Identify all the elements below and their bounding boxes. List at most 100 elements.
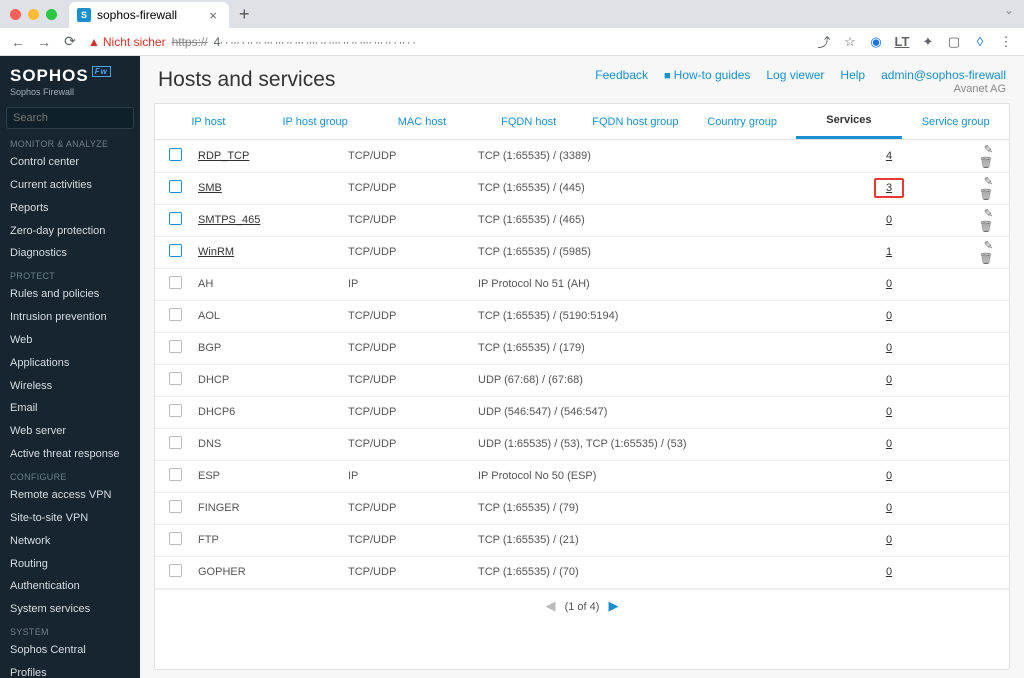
service-name[interactable]: DHCP6: [198, 406, 235, 418]
sidebar-item[interactable]: Intrusion prevention: [0, 306, 140, 329]
row-checkbox[interactable]: [169, 564, 182, 577]
sidebar-item[interactable]: Reports: [0, 197, 140, 220]
back-icon[interactable]: ←: [10, 34, 26, 50]
usage-count[interactable]: 1: [882, 246, 896, 258]
row-checkbox[interactable]: [169, 404, 182, 417]
edit-icon[interactable]: ✎: [984, 208, 993, 220]
sidebar-item[interactable]: Authentication: [0, 575, 140, 598]
sidebar-item[interactable]: System services: [0, 598, 140, 621]
sidebar-item[interactable]: Routing: [0, 553, 140, 576]
sidebar-item[interactable]: Profiles: [0, 662, 140, 678]
delete-icon[interactable]: 🗑: [979, 253, 993, 265]
usage-count[interactable]: 3: [874, 178, 904, 198]
service-name[interactable]: AH: [198, 278, 213, 290]
extension-1-icon[interactable]: ◉: [868, 34, 884, 50]
service-name[interactable]: FINGER: [198, 502, 240, 514]
delete-icon[interactable]: 🗑: [979, 221, 993, 233]
browser-tab[interactable]: S sophos-firewall ×: [69, 2, 229, 28]
service-name[interactable]: FTP: [198, 534, 219, 546]
bookmark-icon[interactable]: ☆: [842, 34, 858, 50]
row-checkbox[interactable]: [169, 276, 182, 289]
link-logviewer[interactable]: Log viewer: [766, 68, 824, 82]
usage-count[interactable]: 0: [882, 502, 896, 514]
forward-icon[interactable]: →: [36, 34, 52, 50]
link-feedback[interactable]: Feedback: [595, 68, 648, 82]
sidebar-item[interactable]: Wireless: [0, 375, 140, 398]
tab[interactable]: FQDN host group: [582, 104, 689, 139]
tab[interactable]: IP host group: [262, 104, 369, 139]
maximize-window-icon[interactable]: [46, 9, 57, 20]
row-checkbox[interactable]: [169, 532, 182, 545]
usage-count[interactable]: 0: [882, 438, 896, 450]
sidebar-item[interactable]: Web server: [0, 420, 140, 443]
menu-icon[interactable]: ⋮: [998, 34, 1014, 50]
service-name[interactable]: DNS: [198, 438, 221, 450]
service-name[interactable]: SMTPS_465: [198, 214, 260, 226]
sidebar-item[interactable]: Sophos Central: [0, 639, 140, 662]
sidebar-item[interactable]: Web: [0, 329, 140, 352]
row-checkbox[interactable]: [169, 340, 182, 353]
delete-icon[interactable]: 🗑: [979, 157, 993, 169]
new-tab-button[interactable]: +: [229, 4, 260, 25]
extensions-icon[interactable]: ✦: [920, 34, 936, 50]
row-checkbox[interactable]: [169, 500, 182, 513]
usage-count[interactable]: 0: [882, 342, 896, 354]
edit-icon[interactable]: ✎: [984, 240, 993, 252]
row-checkbox[interactable]: [169, 436, 182, 449]
service-name[interactable]: GOPHER: [198, 566, 246, 578]
tab[interactable]: IP host: [155, 104, 262, 139]
usage-count[interactable]: 0: [882, 310, 896, 322]
search-input[interactable]: [7, 108, 140, 128]
row-checkbox[interactable]: [169, 468, 182, 481]
service-name[interactable]: BGP: [198, 342, 221, 354]
sidebar-item[interactable]: Site-to-site VPN: [0, 507, 140, 530]
sidebar-item[interactable]: Remote access VPN: [0, 484, 140, 507]
shield-icon[interactable]: ◊: [972, 34, 988, 49]
usage-count[interactable]: 0: [882, 566, 896, 578]
usage-count[interactable]: 0: [882, 406, 896, 418]
row-checkbox[interactable]: [169, 244, 182, 257]
sidebar-item[interactable]: Diagnostics: [0, 242, 140, 265]
tab-close-icon[interactable]: ×: [209, 8, 217, 23]
row-checkbox[interactable]: [169, 180, 182, 193]
tab[interactable]: Service group: [902, 104, 1009, 139]
tab[interactable]: MAC host: [369, 104, 476, 139]
sidebar-item[interactable]: Active threat response: [0, 443, 140, 466]
tab[interactable]: Country group: [689, 104, 796, 139]
sidebar-search[interactable]: ⌕: [6, 107, 134, 129]
sidebar-item[interactable]: Network: [0, 530, 140, 553]
sidebar-item[interactable]: Current activities: [0, 174, 140, 197]
row-checkbox[interactable]: [169, 308, 182, 321]
edit-icon[interactable]: ✎: [984, 176, 993, 188]
usage-count[interactable]: 0: [882, 374, 896, 386]
sidebar-item[interactable]: Rules and policies: [0, 283, 140, 306]
close-window-icon[interactable]: [10, 9, 21, 20]
share-icon[interactable]: ⤴: [816, 32, 832, 51]
sidebar-item[interactable]: Zero-day protection: [0, 220, 140, 243]
sidebar-item[interactable]: Applications: [0, 352, 140, 375]
link-help[interactable]: Help: [840, 68, 865, 82]
extension-2-icon[interactable]: LT: [894, 34, 910, 49]
row-checkbox[interactable]: [169, 372, 182, 385]
usage-count[interactable]: 0: [882, 470, 896, 482]
edit-icon[interactable]: ✎: [984, 144, 993, 156]
tab[interactable]: Services: [796, 104, 903, 139]
link-howto[interactable]: ■How-to guides: [664, 68, 750, 82]
url-input[interactable]: ▲ Nicht sicher https:// 4· · ··· · ·· ··…: [88, 35, 806, 49]
row-checkbox[interactable]: [169, 212, 182, 225]
usage-count[interactable]: 0: [882, 214, 896, 226]
sidebar-item[interactable]: Control center: [0, 151, 140, 174]
minimize-window-icon[interactable]: [28, 9, 39, 20]
usage-count[interactable]: 4: [882, 150, 896, 162]
window-controls[interactable]: [10, 9, 57, 20]
window-icon[interactable]: ▢: [946, 34, 962, 50]
service-name[interactable]: DHCP: [198, 374, 229, 386]
prev-page-icon[interactable]: ◀: [540, 598, 562, 613]
usage-count[interactable]: 0: [882, 534, 896, 546]
usage-count[interactable]: 0: [882, 278, 896, 290]
service-name[interactable]: AOL: [198, 310, 220, 322]
next-page-icon[interactable]: ▶: [602, 598, 624, 613]
row-checkbox[interactable]: [169, 148, 182, 161]
service-name[interactable]: SMB: [198, 182, 222, 194]
service-name[interactable]: WinRM: [198, 246, 234, 258]
